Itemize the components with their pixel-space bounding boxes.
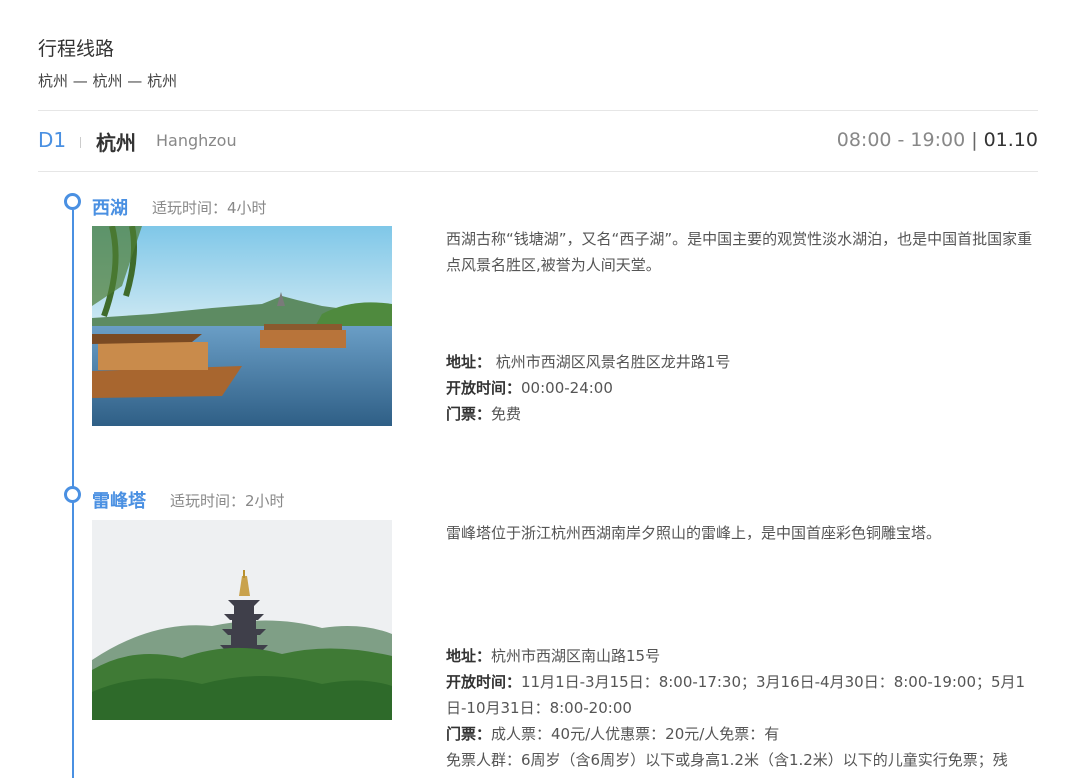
- divider-day: [38, 171, 1038, 172]
- ticket-row: 门票：成人票：40元/人优惠票：20元/人免票：有: [446, 721, 1038, 747]
- hours-value: 00:00-24:00: [521, 379, 613, 397]
- address-value: 杭州市西湖区南山路15号: [491, 647, 661, 665]
- spot-info: 地址：杭州市西湖区南山路15号 开放时间：11月1日-3月15日：8:00-17…: [446, 643, 1038, 773]
- day-city-en: Hanghzou: [156, 131, 237, 150]
- day-header: D1 杭州 Hanghzou 08:00 - 19:00 | 01.10: [38, 126, 1038, 156]
- hours-row: 开放时间：11月1日-3月15日：8:00-17:30；3月16日-4月30日：…: [446, 669, 1038, 721]
- day-city: 杭州: [96, 131, 136, 155]
- free-ticket-note: 免票人群：6周岁（含6周岁）以下或身高1.2米（含1.2米）以下的儿童实行免票；…: [446, 751, 1008, 769]
- address-label: 地址：: [446, 647, 492, 665]
- leifeng-pagoda-photo[interactable]: [92, 520, 392, 720]
- hours-label: 开放时间：: [446, 673, 522, 691]
- timeline-dot: [64, 486, 81, 503]
- hours-label: 开放时间：: [446, 379, 522, 397]
- address-value: 杭州市西湖区风景名胜区龙井路1号: [491, 353, 731, 371]
- divider-top: [38, 110, 1038, 111]
- spot-description: 西湖古称“钱塘湖”，又名“西子湖”。是中国主要的观赏性淡水湖泊，也是中国首批国家…: [446, 230, 1033, 274]
- day-hours: 08:00 - 19:00: [836, 129, 966, 151]
- timeline-dot: [64, 193, 81, 210]
- spot-name-link[interactable]: 西湖: [92, 194, 128, 220]
- spot-description: 雷峰塔位于浙江杭州西湖南岸夕照山的雷峰上，是中国首座彩色铜雕宝塔。: [446, 524, 942, 542]
- ticket-value: 免费: [491, 405, 522, 423]
- hours-row: 开放时间：00:00-24:00: [446, 375, 1038, 401]
- spot-name-link[interactable]: 雷峰塔: [92, 487, 146, 513]
- ticket-value: 成人票：40元/人优惠票：20元/人免票：有: [491, 725, 780, 743]
- day-separator: [80, 137, 81, 148]
- address-row: 地址： 杭州市西湖区风景名胜区龙井路1号: [446, 349, 1038, 375]
- day-date: 01.10: [983, 129, 1038, 151]
- west-lake-photo[interactable]: [92, 226, 392, 426]
- address-label: 地址：: [446, 353, 492, 371]
- section-title: 行程线路: [38, 38, 115, 60]
- ticket-label: 门票：: [446, 725, 492, 743]
- ticket-label: 门票：: [446, 405, 492, 423]
- spot-duration: 适玩时间：4小时: [152, 199, 267, 217]
- hours-value: 11月1日-3月15日：8:00-17:30；3月16日-4月30日：8:00-…: [446, 673, 1026, 717]
- ticket-row: 门票：免费: [446, 401, 1038, 427]
- address-row: 地址：杭州市西湖区南山路15号: [446, 643, 1038, 669]
- day-time-separator: |: [971, 129, 978, 151]
- spot-info: 地址： 杭州市西湖区风景名胜区龙井路1号 开放时间：00:00-24:00 门票…: [446, 349, 1038, 427]
- spot-duration: 适玩时间：2小时: [170, 492, 285, 510]
- day-number: D1: [38, 128, 67, 152]
- route-summary: 杭州 — 杭州 — 杭州: [38, 72, 178, 90]
- day-time: 08:00 - 19:00 | 01.10: [837, 129, 1038, 151]
